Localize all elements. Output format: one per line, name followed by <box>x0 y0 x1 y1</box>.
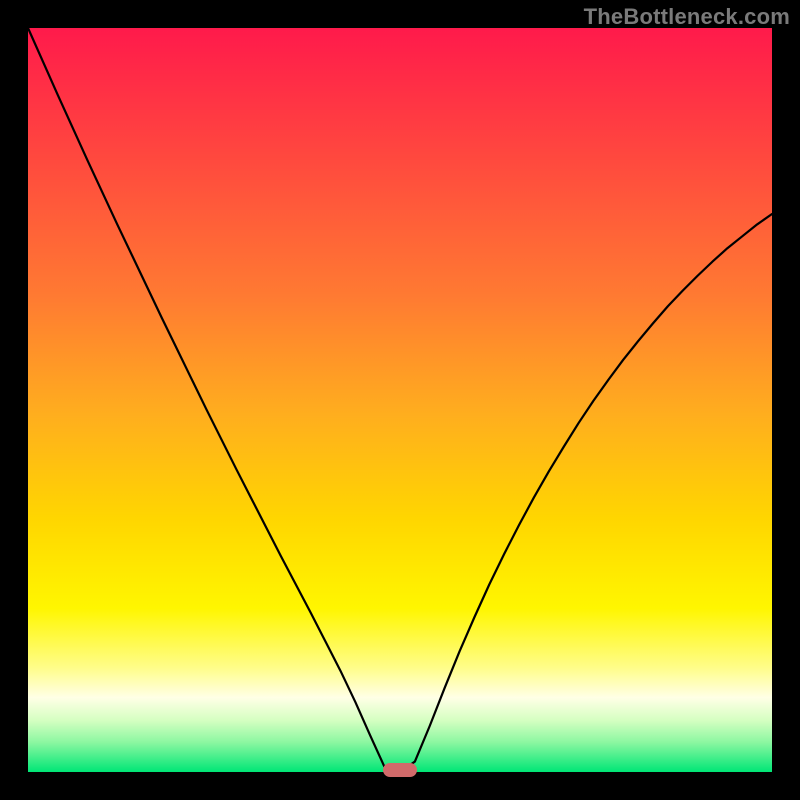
plot-area <box>28 28 772 772</box>
watermark-text: TheBottleneck.com <box>584 4 790 30</box>
chart-frame: TheBottleneck.com <box>0 0 800 800</box>
bottleneck-marker <box>383 763 417 777</box>
curve-plot <box>28 28 772 772</box>
bottleneck-curve <box>28 28 772 772</box>
